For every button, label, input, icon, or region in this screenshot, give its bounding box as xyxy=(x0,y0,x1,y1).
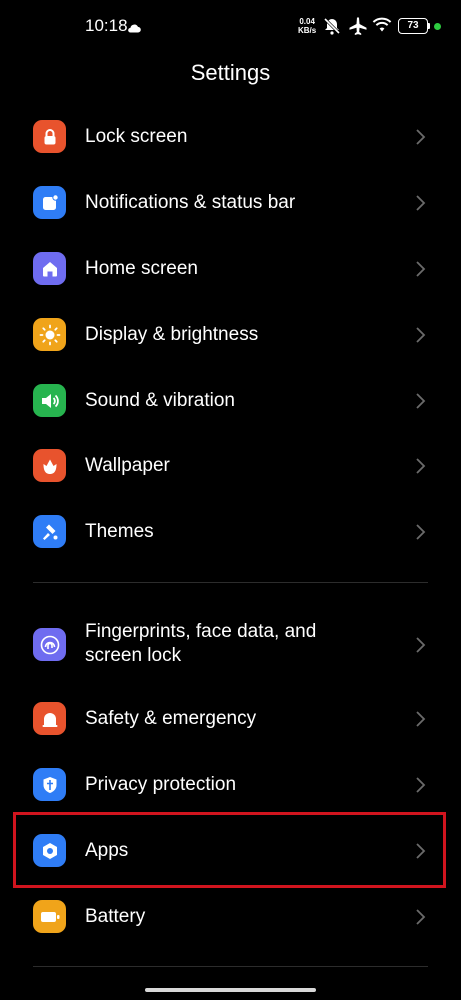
settings-item-fingerprints[interactable]: Fingerprints, face data, and screen lock xyxy=(0,612,461,678)
notification-icon xyxy=(33,186,66,219)
settings-item-label: Notifications & status bar xyxy=(85,192,296,213)
settings-item-display[interactable]: Display & brightness xyxy=(0,306,461,364)
section-divider xyxy=(33,582,428,583)
emergency-icon xyxy=(33,702,66,735)
apps-highlight-frame xyxy=(13,812,446,888)
settings-item-sound[interactable]: Sound & vibration xyxy=(0,372,461,430)
settings-item-safety[interactable]: Safety & emergency xyxy=(0,690,461,748)
chevron-right-icon xyxy=(414,128,426,151)
battery-level: 73 xyxy=(398,18,428,34)
settings-item-battery[interactable]: Battery xyxy=(0,888,461,946)
settings-item-label-line2: screen lock xyxy=(85,645,182,666)
settings-item-notifications[interactable]: Notifications & status bar xyxy=(0,174,461,232)
battery-tip xyxy=(428,23,430,29)
chevron-right-icon xyxy=(414,392,426,415)
chevron-right-icon xyxy=(414,710,426,733)
chevron-right-icon xyxy=(414,523,426,546)
settings-item-label: Sound & vibration xyxy=(85,390,235,411)
network-speed-value: 0.04 xyxy=(299,17,315,26)
fingerprint-icon xyxy=(33,628,66,661)
status-time: 10:18 xyxy=(85,16,128,35)
brush-icon xyxy=(33,515,66,548)
battery-icon xyxy=(33,900,66,933)
chevron-right-icon xyxy=(414,326,426,349)
chevron-right-icon xyxy=(414,194,426,217)
settings-item-label-line1: Fingerprints, face data, and xyxy=(85,621,317,642)
chevron-right-icon xyxy=(414,776,426,799)
flower-icon xyxy=(33,449,66,482)
network-speed: 0.04 KB/s xyxy=(298,17,316,35)
settings-screen: 10:18 0.04 KB/s 73 Settings Lock screen xyxy=(0,0,461,1000)
section-divider xyxy=(33,966,428,967)
settings-item-label: Themes xyxy=(85,521,154,542)
active-dot-icon xyxy=(434,23,441,30)
speaker-icon xyxy=(33,384,66,417)
sun-icon xyxy=(33,318,66,351)
chevron-right-icon xyxy=(414,636,426,659)
settings-item-label: Lock screen xyxy=(85,126,188,147)
settings-item-home-screen[interactable]: Home screen xyxy=(0,240,461,298)
settings-item-label: Wallpaper xyxy=(85,455,170,476)
settings-item-label: Home screen xyxy=(85,258,198,279)
wifi-icon xyxy=(372,16,392,39)
network-speed-unit: KB/s xyxy=(298,26,317,35)
home-gesture-bar[interactable] xyxy=(145,988,316,992)
settings-item-lock-screen[interactable]: Lock screen xyxy=(0,108,461,166)
shield-icon xyxy=(33,768,66,801)
settings-item-label: Display & brightness xyxy=(85,324,259,345)
status-bar: 10:18 0.04 KB/s 73 xyxy=(0,0,461,52)
settings-item-label: Safety & emergency xyxy=(85,708,257,729)
settings-item-privacy[interactable]: Privacy protection xyxy=(0,756,461,814)
settings-item-label: Privacy protection xyxy=(85,774,237,795)
lock-icon xyxy=(33,120,66,153)
chevron-right-icon xyxy=(414,457,426,480)
chevron-right-icon xyxy=(414,908,426,931)
settings-item-label: Battery xyxy=(85,906,146,927)
settings-item-themes[interactable]: Themes xyxy=(0,503,461,561)
airplane-icon xyxy=(348,16,368,41)
mute-icon xyxy=(322,16,342,41)
settings-item-wallpaper[interactable]: Wallpaper xyxy=(0,437,461,495)
page-title: Settings xyxy=(190,60,271,85)
home-icon xyxy=(33,252,66,285)
chevron-right-icon xyxy=(414,260,426,283)
cloud-icon xyxy=(127,20,141,38)
